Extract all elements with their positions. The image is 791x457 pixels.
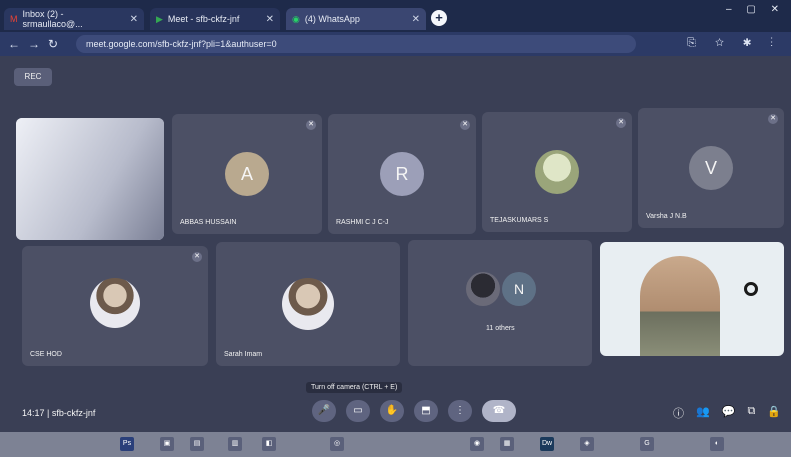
browser-tab-bar: M Inbox (2) - srmaullaco@... ✕ ▶ Meet - … <box>0 0 791 32</box>
people-icon[interactable]: 👥 <box>696 405 710 421</box>
video-feed <box>16 118 164 240</box>
tab-label: (4) WhatsApp <box>304 14 360 24</box>
call-controls: 🎤 ▭ ✋ ⬒ ⋮ ☎ <box>312 400 516 422</box>
app-icon[interactable]: ◎ <box>330 437 344 451</box>
toolbar-icons[interactable]: ⎘ ☆ ✱ ⋮ <box>687 37 781 50</box>
participant-tile[interactable]: ✕ R RASHMI C J C-J <box>328 114 476 234</box>
participant-tile[interactable]: ✕ V Varsha J N.B <box>638 108 784 228</box>
leave-call-button[interactable]: ☎ <box>482 400 516 422</box>
meeting-controls-bar: 14:17 | sfb-ckfz-jnf Turn off camera (CT… <box>0 382 791 432</box>
meeting-side-icons: ⓘ 👥 💬 ⧉ 🔒 <box>673 405 781 421</box>
meet-stage: REC ✕ A ABBAS HUSSAIN ✕ R RASHMI C J C-J… <box>0 56 791 432</box>
app-icon[interactable]: ▤ <box>190 437 204 451</box>
host-controls-icon[interactable]: 🔒 <box>767 405 781 421</box>
participant-name: Varsha J N.B <box>646 213 687 220</box>
chat-icon[interactable]: 💬 <box>722 405 736 421</box>
mic-off-icon: ✕ <box>616 118 626 128</box>
photoshop-icon[interactable]: Ps <box>120 437 134 451</box>
app-icon[interactable]: ▥ <box>228 437 242 451</box>
meet-icon: ▶ <box>156 13 163 24</box>
app-icon[interactable]: ◐ <box>710 437 724 451</box>
close-tab-icon[interactable]: ✕ <box>266 14 274 25</box>
mic-off-icon: ✕ <box>460 120 470 130</box>
back-icon[interactable]: ← <box>8 37 20 51</box>
info-icon[interactable]: ⓘ <box>673 405 684 421</box>
participant-name: CSE HOD <box>30 351 62 358</box>
tab-label: Inbox (2) - srmaullaco@... <box>22 9 83 29</box>
app-icon[interactable]: ◈ <box>580 437 594 451</box>
mic-button[interactable]: 🎤 <box>312 400 336 422</box>
meeting-time: 14:17 | sfb-ckfz-jnf <box>22 408 96 418</box>
more-options-button[interactable]: ⋮ <box>448 400 472 422</box>
avatar-photo <box>535 150 579 194</box>
participant-name: Sarah Imam <box>224 351 263 358</box>
dreamweaver-icon[interactable]: Dw <box>540 437 554 451</box>
close-tab-icon[interactable]: ✕ <box>412 14 420 25</box>
gmail-icon: M <box>10 14 18 24</box>
tab-whatsapp[interactable]: ◉ (4) WhatsApp ✕ <box>286 8 426 30</box>
avatar-photo <box>282 278 334 330</box>
mic-off-icon: ✕ <box>768 114 778 124</box>
mic-off-icon: ✕ <box>192 252 202 262</box>
participant-tile[interactable] <box>16 118 164 240</box>
mic-off-icon: ✕ <box>306 120 316 130</box>
tab-gmail[interactable]: M Inbox (2) - srmaullaco@... ✕ <box>4 8 144 30</box>
avatar-photo <box>466 272 500 306</box>
participant-name: 11 others <box>486 325 515 332</box>
app-icon[interactable]: ▦ <box>500 437 514 451</box>
self-video-tile[interactable] <box>600 242 784 356</box>
participant-tile[interactable]: ✕ A ABBAS HUSSAIN <box>172 114 322 234</box>
participant-name: ABBAS HUSSAIN <box>180 219 237 226</box>
raise-hand-button[interactable]: ✋ <box>380 400 404 422</box>
window-controls[interactable]: – ▢ ✕ <box>726 4 785 15</box>
present-button[interactable]: ⬒ <box>414 400 438 422</box>
tab-meet[interactable]: ▶ Meet - sfb-ckfz-jnf ✕ <box>150 8 280 30</box>
camera-button[interactable]: ▭ <box>346 400 370 422</box>
avatar-photo <box>90 278 140 328</box>
url-input[interactable]: meet.google.com/sfb-ckfz-jnf?pli=1&authu… <box>76 35 636 53</box>
avatar: A <box>225 152 269 196</box>
avatar: R <box>380 152 424 196</box>
participant-tile[interactable]: N 11 others <box>408 240 592 366</box>
tab-label: Meet - sfb-ckfz-jnf <box>167 14 240 24</box>
participant-tile[interactable]: Sarah Imam <box>216 242 400 366</box>
reload-icon[interactable]: ↻ <box>48 37 58 51</box>
status-ring-icon <box>744 282 758 296</box>
chrome-icon[interactable]: G <box>640 437 654 451</box>
address-bar-row: ← → ↻ meet.google.com/sfb-ckfz-jnf?pli=1… <box>0 32 791 56</box>
avatar: V <box>689 146 733 190</box>
recording-badge: REC <box>14 68 52 86</box>
app-icon[interactable]: ◉ <box>470 437 484 451</box>
whatsapp-icon: ◉ <box>292 13 300 24</box>
os-taskbar: Ps ▣ ▤ ▥ ◧ ◎ ◉ Dw ▦ ◈ G ◐ <box>0 432 791 457</box>
participant-name: TEJASKUMARS S <box>490 217 549 224</box>
participant-name: RASHMI C J C-J <box>336 219 389 226</box>
self-video-feed <box>640 256 720 356</box>
forward-icon[interactable]: → <box>28 37 40 51</box>
new-tab-button[interactable]: + <box>431 10 447 26</box>
close-tab-icon[interactable]: ✕ <box>130 14 138 25</box>
avatar: N <box>502 272 536 306</box>
participant-tile[interactable]: ✕ CSE HOD <box>22 246 208 366</box>
meeting-code: sfb-ckfz-jnf <box>51 408 96 418</box>
participant-tile[interactable]: ✕ TEJASKUMARS S <box>482 112 632 232</box>
app-icon[interactable]: ◧ <box>262 437 276 451</box>
activities-icon[interactable]: ⧉ <box>747 405 755 421</box>
camera-tooltip: Turn off camera (CTRL + E) <box>306 382 403 393</box>
app-icon[interactable]: ▣ <box>160 437 174 451</box>
